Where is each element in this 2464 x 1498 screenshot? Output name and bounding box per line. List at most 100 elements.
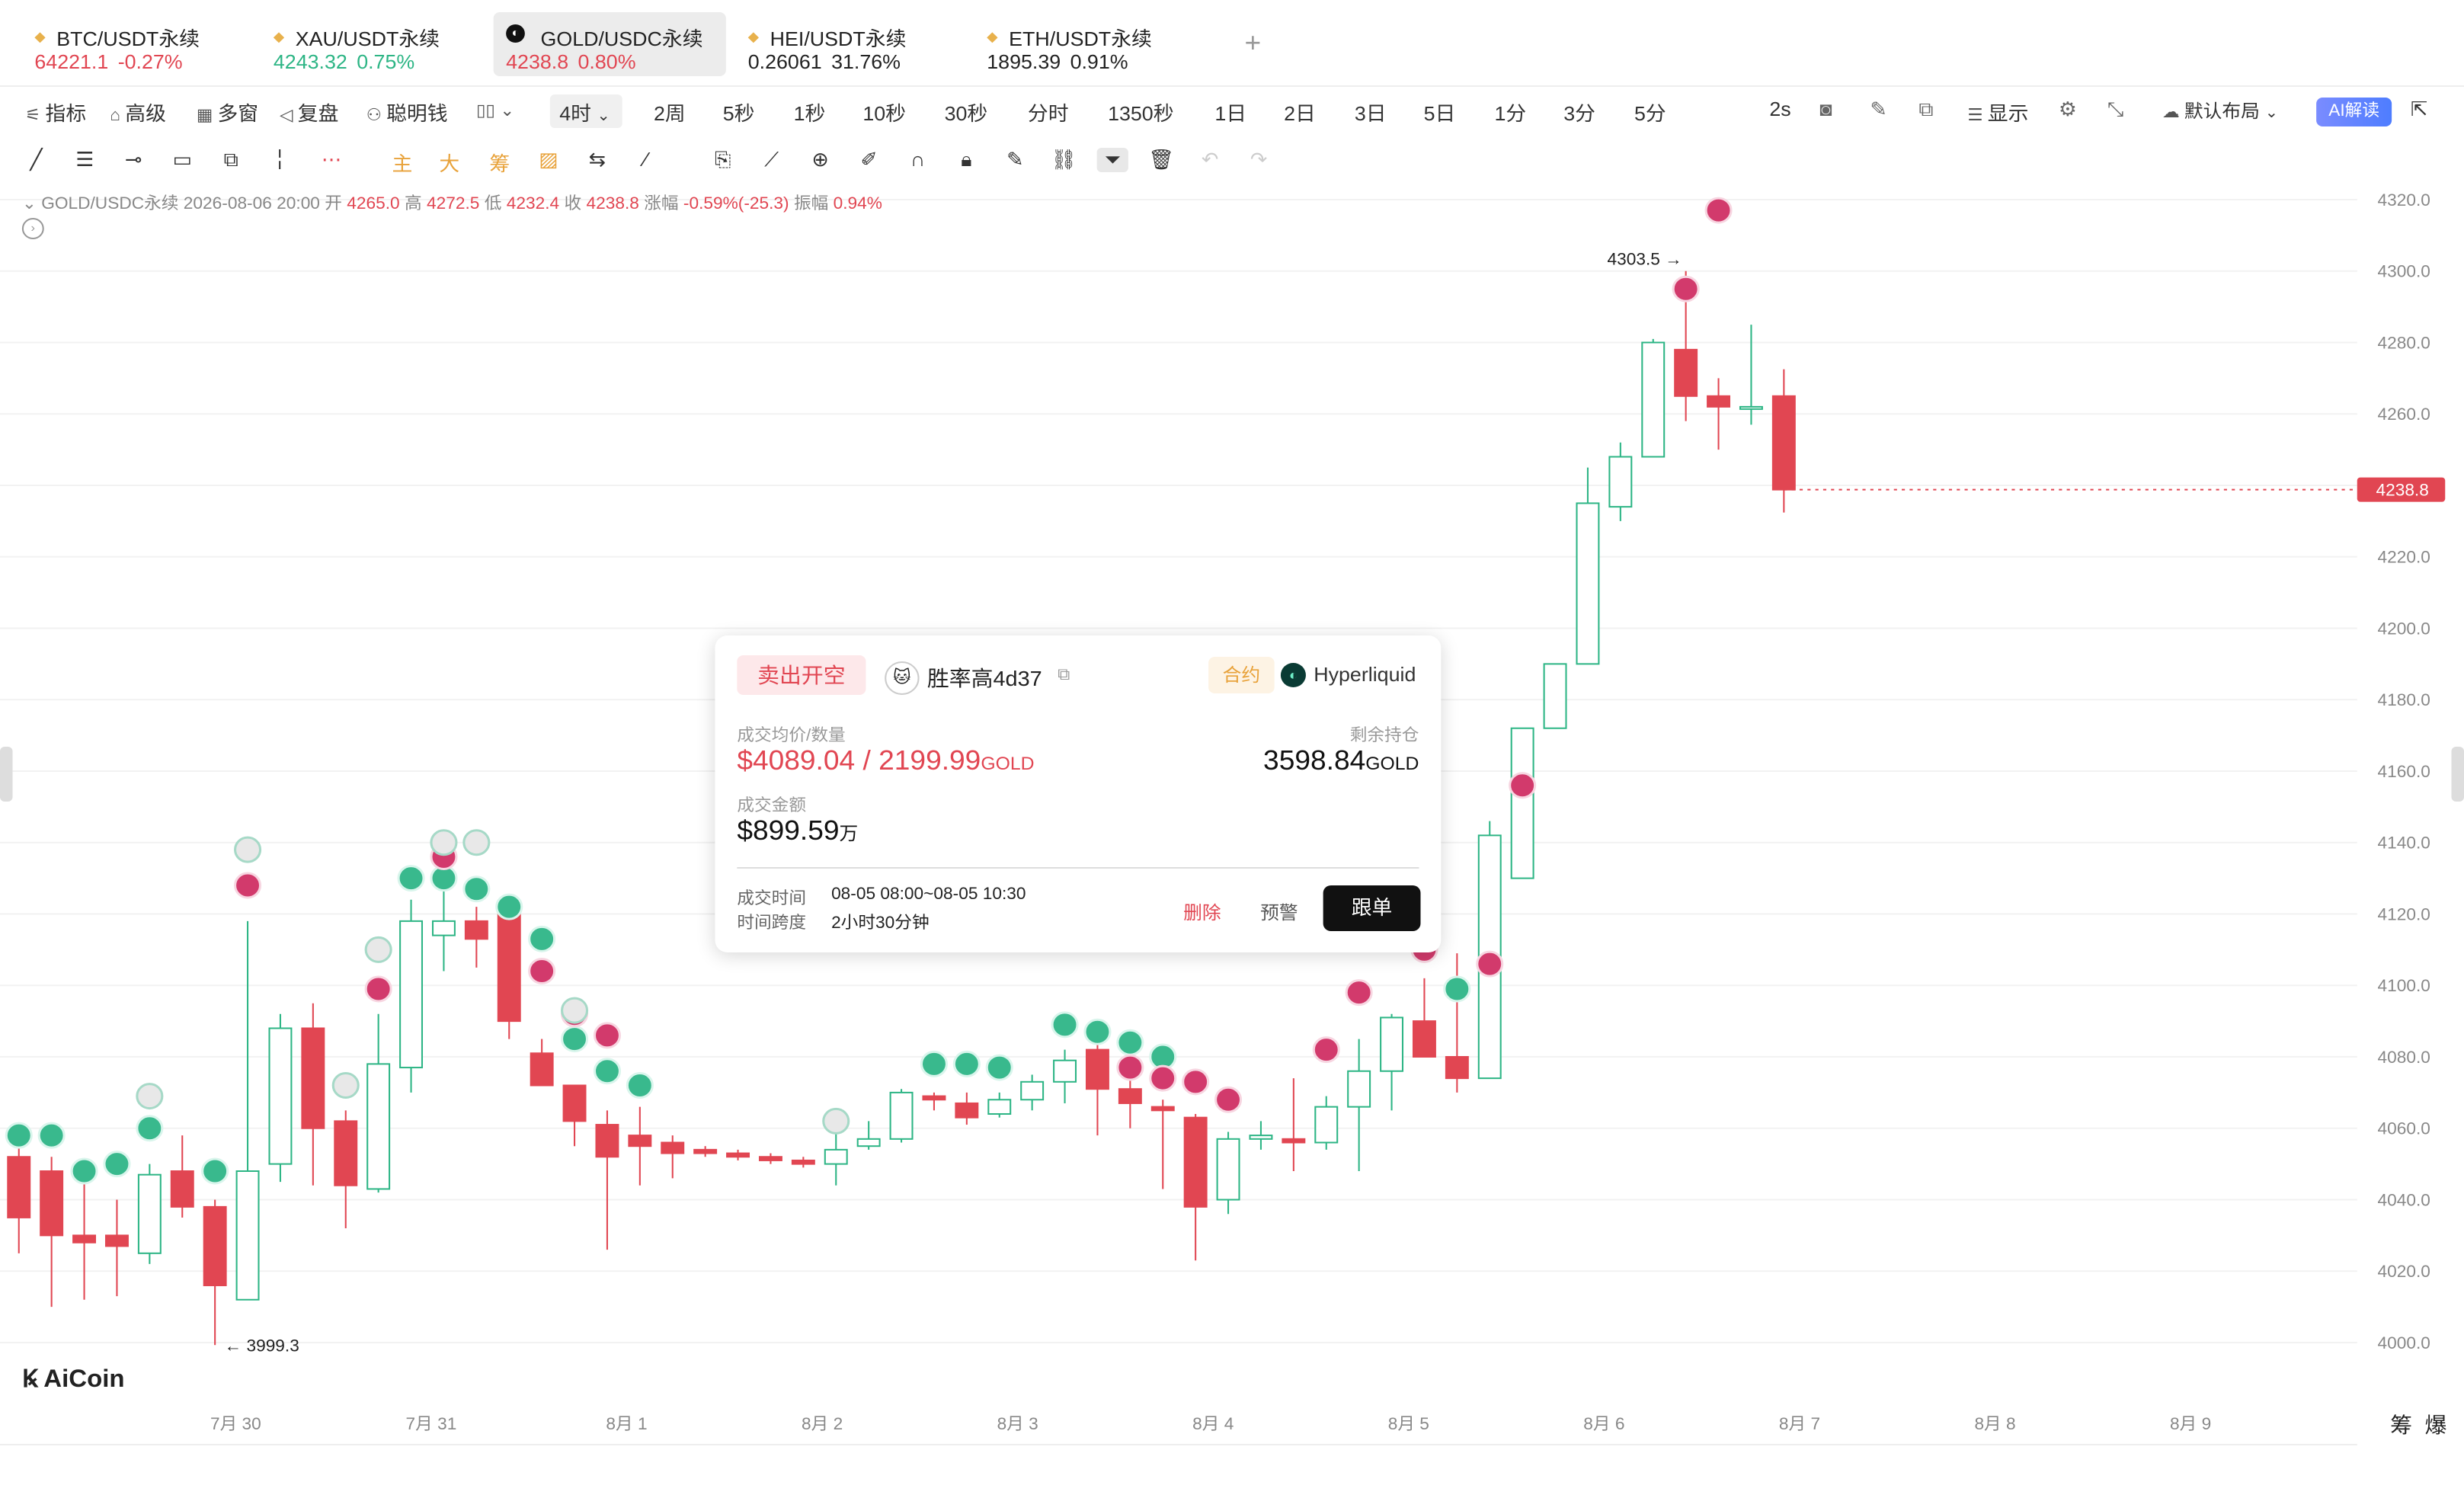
left-panel-handle[interactable]	[0, 747, 13, 802]
interval-5s[interactable]: 5秒	[723, 98, 755, 126]
interval-2w[interactable]: 2周	[654, 98, 686, 126]
big-order-toggle[interactable]: 大	[434, 148, 465, 177]
buy-trader-marker[interactable]	[136, 1115, 164, 1142]
candle-body[interactable]	[889, 1091, 914, 1140]
trader-marker[interactable]	[561, 997, 589, 1024]
candle-body[interactable]	[1347, 1070, 1371, 1108]
candle-body[interactable]	[431, 920, 456, 936]
sell-trader-marker[interactable]	[528, 958, 556, 984]
sell-trader-marker[interactable]	[1509, 772, 1537, 799]
image-icon[interactable]: ▨	[533, 148, 564, 172]
candle-body[interactable]	[1085, 1048, 1109, 1090]
buy-trader-marker[interactable]	[70, 1157, 98, 1185]
sell-trader-marker[interactable]	[1704, 197, 1733, 224]
buy-trader-marker[interactable]	[952, 1050, 981, 1077]
expand-arrow-icon[interactable]: ›	[21, 218, 44, 239]
candle-body[interactable]	[1739, 405, 1763, 410]
interval-10s[interactable]: 10秒	[862, 98, 906, 126]
buy-trader-marker[interactable]	[495, 893, 523, 920]
candle-body[interactable]	[72, 1234, 97, 1244]
undo-icon[interactable]: ↶	[1195, 148, 1226, 172]
candle-body[interactable]	[1576, 502, 1600, 665]
candle-body[interactable]	[530, 1052, 554, 1087]
candle-body[interactable]	[562, 1084, 587, 1122]
sell-trader-marker[interactable]	[1476, 950, 1504, 978]
ai-interpret-button[interactable]: AI解读	[2316, 98, 2392, 126]
candle-type-button[interactable]: ▯▯ ⌄	[476, 98, 519, 120]
buy-trader-marker[interactable]	[397, 865, 425, 892]
sell-trader-marker[interactable]	[593, 1022, 621, 1049]
trash-icon[interactable]: 🗑︎	[1146, 148, 1177, 172]
multi-window-button[interactable]: ▦ 多窗	[197, 98, 258, 126]
horizontal-ray-icon[interactable]: ⊸	[118, 148, 149, 172]
ticker-tab-gold[interactable]: ◐ GOLD/USDC永续 4238.8 0.80%	[493, 12, 726, 76]
candle-body[interactable]	[1282, 1138, 1306, 1144]
external-share-icon[interactable]: ⇱	[2411, 98, 2427, 122]
camera-icon[interactable]: ◙	[1819, 98, 1832, 120]
lock-icon[interactable]: 🔒︎	[951, 148, 982, 172]
trader-name[interactable]: 胜率高4d37	[927, 663, 1042, 693]
candle-body[interactable]	[1183, 1116, 1208, 1208]
more-dots-icon[interactable]: ⋯	[316, 148, 347, 172]
trader-marker[interactable]	[430, 829, 458, 856]
sell-trader-marker[interactable]	[1345, 979, 1373, 1007]
sell-trader-marker[interactable]	[1672, 275, 1700, 302]
main-indicator-toggle[interactable]: 主	[386, 148, 418, 177]
smart-money-button[interactable]: ⚇ 聪明钱	[366, 98, 448, 126]
trader-marker[interactable]	[462, 829, 491, 856]
zoom-in-icon[interactable]: ⊕	[805, 148, 836, 172]
candle-body[interactable]	[661, 1141, 685, 1154]
candle-body[interactable]	[366, 1063, 391, 1190]
candle-body[interactable]	[824, 1148, 848, 1165]
candle-body[interactable]	[497, 906, 521, 1023]
candle-body[interactable]	[40, 1170, 64, 1237]
candle-body[interactable]	[235, 1170, 260, 1301]
buy-trader-marker[interactable]	[593, 1058, 621, 1085]
candle-body[interactable]	[1510, 727, 1534, 879]
buy-trader-marker[interactable]	[201, 1157, 229, 1185]
interval-1350s[interactable]: 1350秒	[1108, 98, 1173, 126]
trader-marker[interactable]	[136, 1083, 164, 1110]
sell-trader-marker[interactable]	[1149, 1064, 1177, 1092]
settings-icon[interactable]: ⚙	[2059, 98, 2077, 122]
candle-body[interactable]	[758, 1156, 782, 1161]
fullscreen-icon[interactable]: ⤡	[2107, 98, 2123, 122]
candle-body[interactable]	[1641, 341, 1666, 458]
share-icon[interactable]: ⧉	[1918, 98, 1933, 122]
trader-marker[interactable]	[234, 836, 262, 863]
candle-body[interactable]	[1314, 1106, 1339, 1144]
candle-body[interactable]	[399, 920, 424, 1069]
buy-trader-marker[interactable]	[1443, 975, 1471, 1003]
trader-marker[interactable]	[822, 1107, 850, 1135]
candle-body[interactable]	[1118, 1088, 1142, 1104]
liquidation-button[interactable]: 爆	[2424, 1410, 2446, 1440]
ticker-tab-xau[interactable]: ◆ XAU/USDT永续 4243.32 0.75%	[254, 12, 487, 76]
add-tab-button[interactable]: +	[1245, 27, 1262, 59]
candle-body[interactable]	[334, 1120, 358, 1186]
refresh-rate[interactable]: 2s	[1769, 98, 1790, 120]
sell-trader-marker[interactable]	[364, 975, 392, 1003]
indicator-button[interactable]: ⚟ 指标	[25, 98, 86, 126]
candle-body[interactable]	[1380, 1016, 1404, 1072]
buy-trader-marker[interactable]	[462, 875, 491, 903]
alert-button[interactable]: 预警	[1260, 899, 1298, 925]
candle-body[interactable]	[1608, 456, 1633, 508]
edit-list-icon[interactable]: ✎	[1000, 148, 1031, 172]
advanced-button[interactable]: ⌂ 高级	[110, 98, 166, 126]
candle-body[interactable]	[693, 1148, 718, 1154]
trend-line-icon[interactable]: ╱	[21, 148, 52, 172]
candle-body[interactable]	[203, 1205, 227, 1286]
interval-2d[interactable]: 2日	[1284, 98, 1316, 126]
trader-marker[interactable]	[331, 1072, 360, 1099]
candle-body[interactable]	[1543, 663, 1567, 729]
trader-avatar[interactable]: 🐱︎	[885, 661, 920, 695]
candle-body[interactable]	[1053, 1059, 1077, 1083]
candle-body[interactable]	[955, 1102, 979, 1119]
pencil-icon[interactable]: ✎	[1870, 98, 1886, 122]
swap-icon[interactable]: ⇆	[581, 148, 613, 172]
replay-button[interactable]: ◁ 复盘	[280, 98, 338, 126]
candle-body[interactable]	[104, 1234, 129, 1247]
interval-3d[interactable]: 3日	[1355, 98, 1387, 126]
interval-1d[interactable]: 1日	[1214, 98, 1246, 126]
candle-body[interactable]	[1249, 1135, 1273, 1140]
